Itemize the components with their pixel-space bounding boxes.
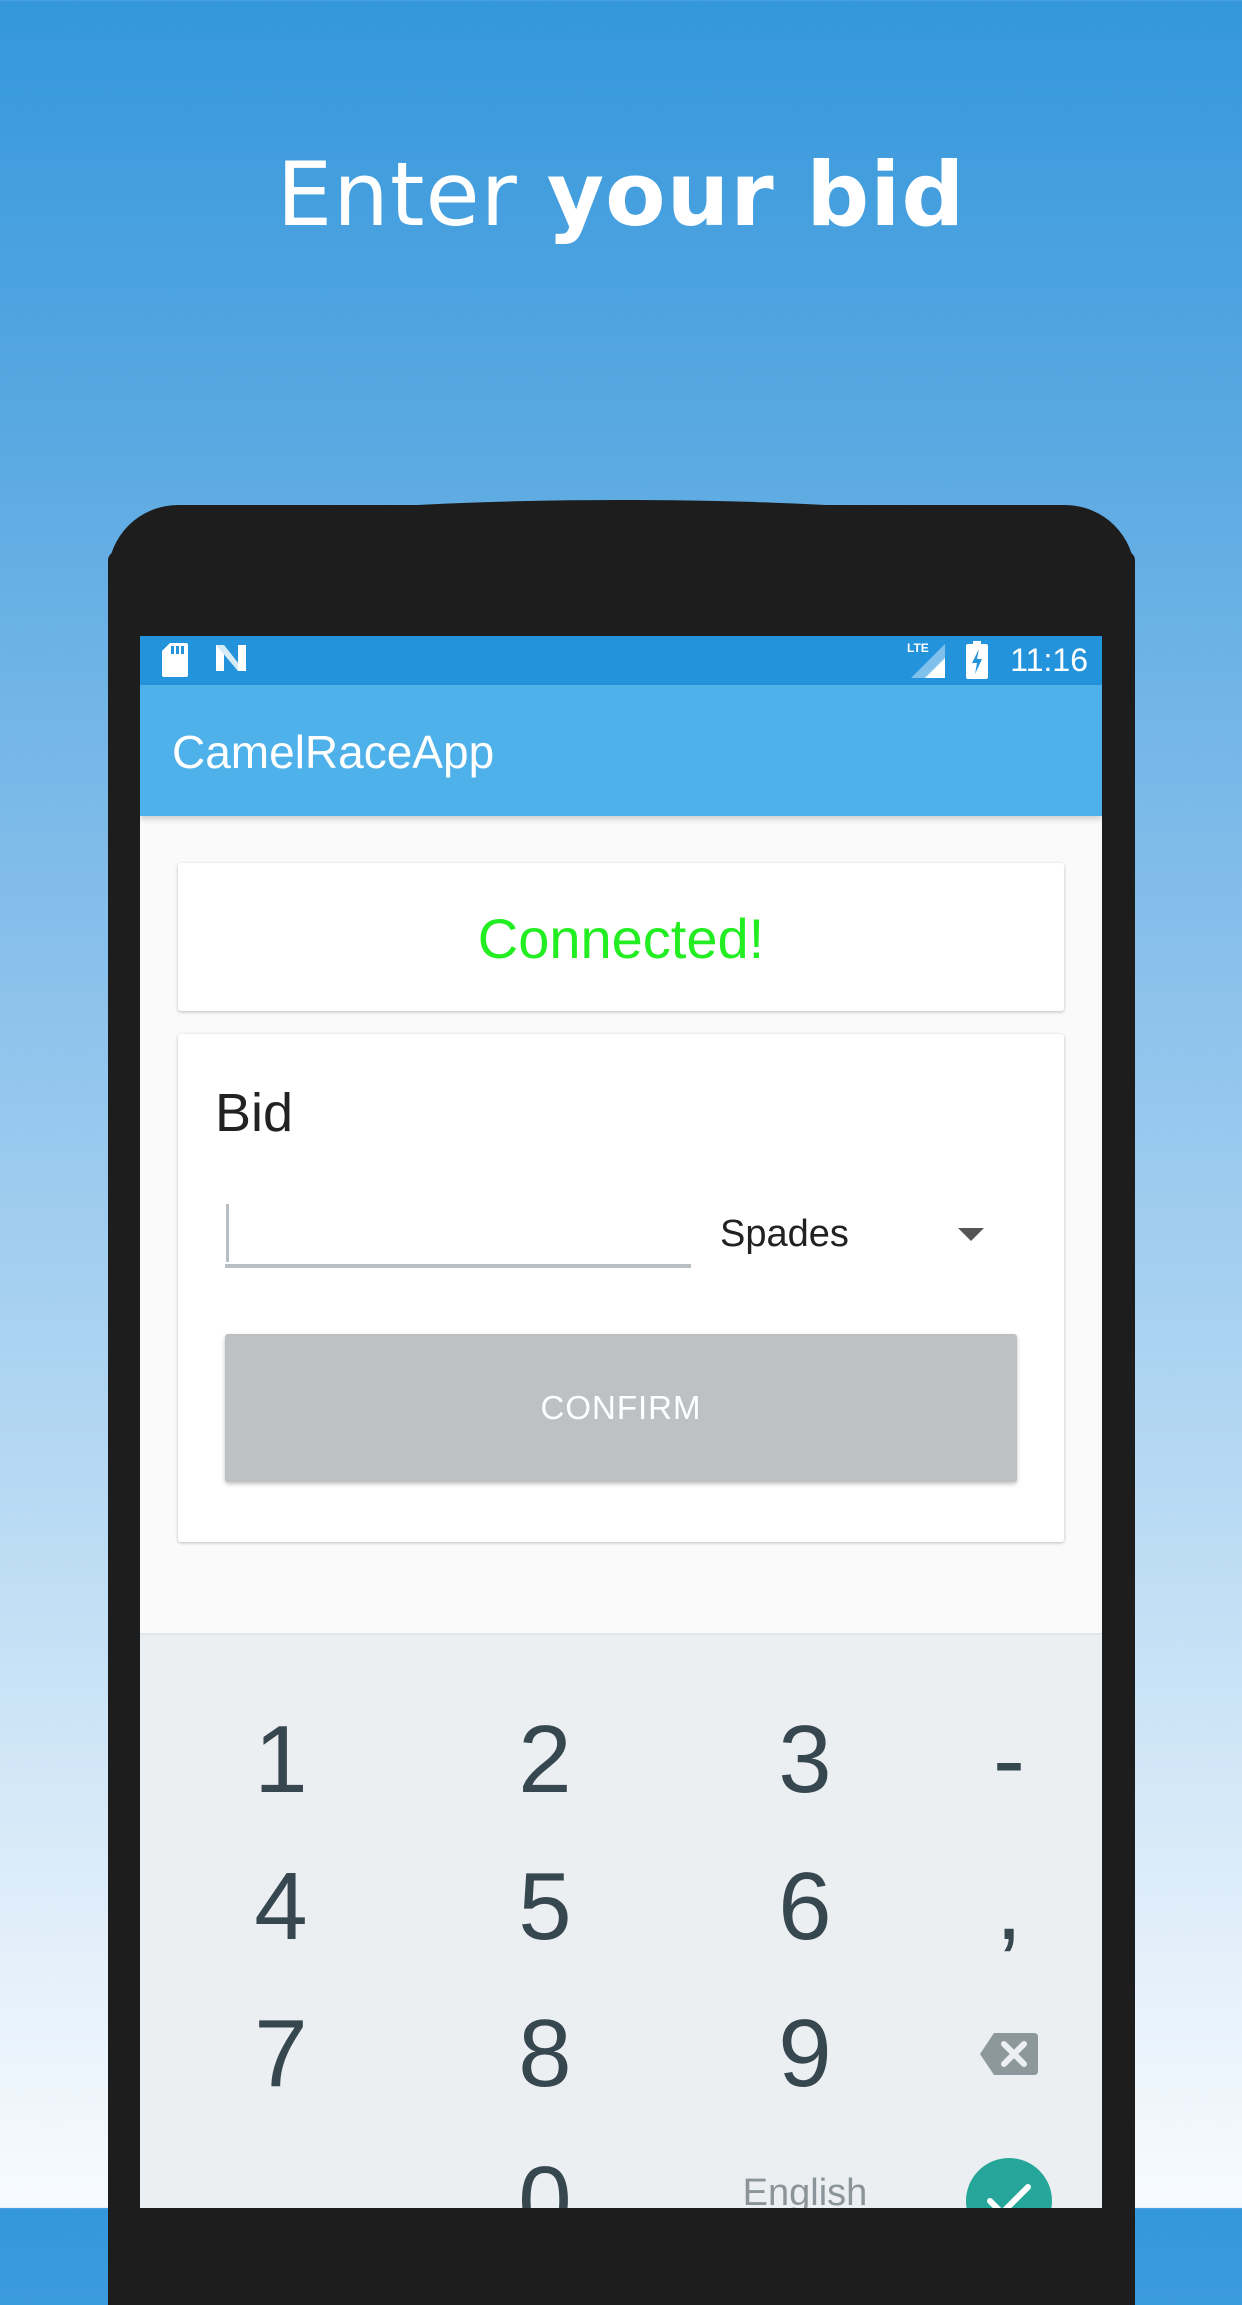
bid-amount-input[interactable] [225,1198,691,1268]
n-icon [216,645,246,671]
suit-dropdown[interactable]: Spades [720,1204,1010,1264]
key-minus[interactable]: - [889,1687,1102,1833]
suit-dropdown-value: Spades [720,1213,849,1255]
key-7[interactable]: 7 [161,1981,401,2127]
dropdown-arrow-icon [958,1228,984,1241]
confirm-button[interactable]: CONFIRM [225,1334,1017,1482]
language-label: English [742,2171,868,2209]
bid-card: Bid Spades CONFIRM [178,1034,1064,1542]
promo-headline: Enter your bid [0,140,1242,250]
status-bar: LTE 11:16 [140,636,1102,685]
svg-text:LTE: LTE [907,641,929,655]
phone-frame-top [108,500,1135,620]
key-period[interactable]: . [161,2128,401,2208]
key-1[interactable]: 1 [161,1687,401,1833]
battery-charging-icon [966,641,988,679]
done-check-icon [987,2184,1031,2208]
key-4[interactable]: 4 [161,1834,401,1980]
numeric-keyboard: 1 2 3 - 4 5 6 , 7 8 9 . 0 English [140,1633,1102,2208]
connection-status-text: Connected! [477,907,765,970]
key-backspace[interactable] [889,1981,1102,2127]
app-bar: CamelRaceApp [140,685,1102,816]
headline-bold-text: your bid [546,143,966,246]
key-comma[interactable]: , [889,1834,1102,1980]
app-title: CamelRaceApp [172,726,495,778]
key-2[interactable]: 2 [425,1687,665,1833]
done-button-circle [966,2158,1052,2208]
key-0[interactable]: 0 [425,2128,665,2208]
sd-card-icon [162,643,188,677]
lte-signal-icon: LTE [907,641,945,678]
bid-title: Bid [215,1083,294,1143]
text-cursor [226,1204,229,1262]
backspace-icon [980,2033,1038,2075]
headline-light-text: Enter [276,143,547,246]
connection-status-card: Connected! [178,863,1064,1011]
status-time: 11:16 [1010,642,1088,678]
key-5[interactable]: 5 [425,1834,665,1980]
key-done[interactable] [889,2128,1102,2208]
key-8[interactable]: 8 [425,1981,665,2127]
phone-screen: LTE 11:16 CamelRaceApp Connected! Bid Sp… [140,636,1102,2208]
